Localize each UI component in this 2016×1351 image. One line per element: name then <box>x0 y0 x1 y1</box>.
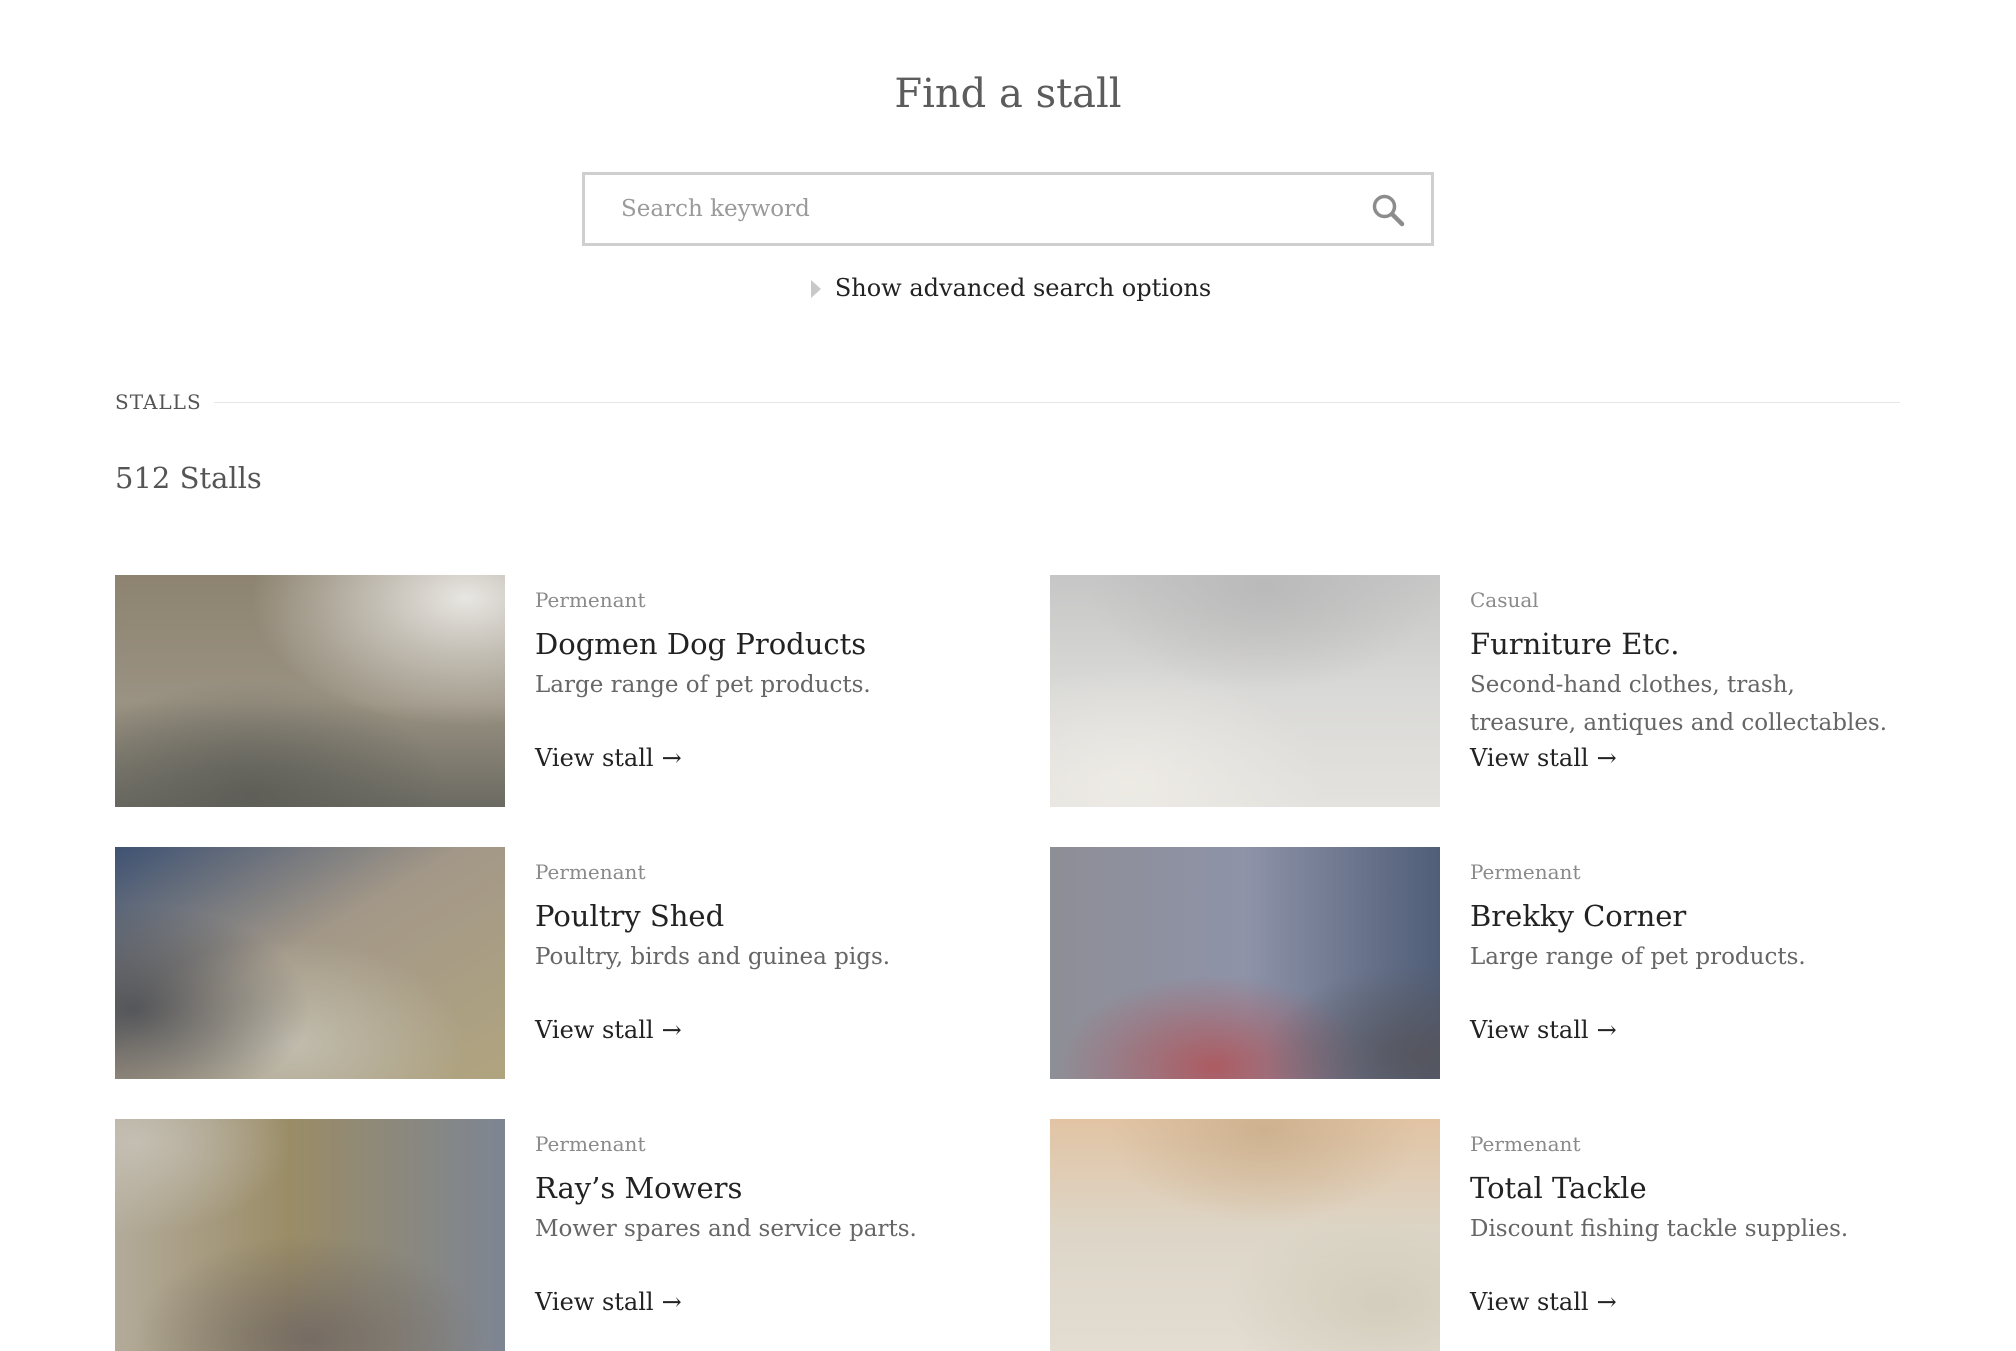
stall-card: Permenant Ray’s Mowers Mower spares and … <box>115 1119 975 1351</box>
arrow-right-icon: → <box>1596 1288 1617 1316</box>
stall-description: Discount fishing tackle supplies. <box>1470 1216 1849 1242</box>
advanced-search-toggle[interactable]: Show advanced search options <box>805 270 1211 306</box>
stall-description: Second-hand clothes, trash, treasure, an… <box>1470 672 1888 736</box>
stall-card: Casual Furniture Etc. Second-hand clothe… <box>1050 575 1910 807</box>
stall-name[interactable]: Ray’s Mowers <box>535 1169 742 1207</box>
stall-card: Permenant Dogmen Dog Products Large rang… <box>115 575 975 807</box>
stall-name[interactable]: Dogmen Dog Products <box>535 625 866 663</box>
stall-name[interactable]: Furniture Etc. <box>1470 625 1679 663</box>
advanced-search-row: Show advanced search options <box>0 270 2016 306</box>
stall-image[interactable] <box>115 1119 505 1351</box>
stall-card: Permenant Total Tackle Discount fishing … <box>1050 1119 1910 1351</box>
caret-right-icon <box>810 280 821 298</box>
stall-name[interactable]: Brekky Corner <box>1470 897 1686 935</box>
stall-name[interactable]: Poultry Shed <box>535 897 724 935</box>
stall-description: Mower spares and service parts. <box>535 1216 917 1242</box>
stall-image[interactable] <box>1050 575 1440 807</box>
page-title: Find a stall <box>894 71 1122 117</box>
search-input[interactable] <box>621 175 1321 243</box>
advanced-search-label: Show advanced search options <box>834 274 1212 302</box>
view-stall-label: View stall <box>1470 1288 1589 1316</box>
search-icon[interactable] <box>1371 193 1405 227</box>
section-label: STALLS <box>115 390 214 414</box>
view-stall-label: View stall <box>1470 1016 1589 1044</box>
view-stall-label: View stall <box>535 744 654 772</box>
search-box <box>582 172 1434 246</box>
arrow-right-icon: → <box>1596 744 1617 772</box>
stall-image[interactable] <box>1050 847 1440 1079</box>
view-stall-label: View stall <box>535 1288 654 1316</box>
stall-category: Permenant <box>535 1132 646 1156</box>
view-stall-link[interactable]: View stall → <box>535 741 682 775</box>
arrow-right-icon: → <box>661 1016 682 1044</box>
stall-image[interactable] <box>115 847 505 1079</box>
stall-category: Permenant <box>1470 860 1581 884</box>
view-stall-link[interactable]: View stall → <box>1470 741 1617 775</box>
stall-category: Permenant <box>535 860 646 884</box>
view-stall-label: View stall <box>1470 744 1589 772</box>
section-divider <box>204 402 1900 403</box>
arrow-right-icon: → <box>661 744 682 772</box>
view-stall-link[interactable]: View stall → <box>535 1013 682 1047</box>
stall-description: Large range of pet products. <box>1470 944 1806 970</box>
arrow-right-icon: → <box>661 1288 682 1316</box>
stall-description: Large range of pet products. <box>535 672 871 698</box>
stall-image[interactable] <box>115 575 505 807</box>
view-stall-label: View stall <box>535 1016 654 1044</box>
arrow-right-icon: → <box>1596 1016 1617 1044</box>
stall-image[interactable] <box>1050 1119 1440 1351</box>
view-stall-link[interactable]: View stall → <box>1470 1285 1617 1319</box>
stall-count: 512 Stalls <box>115 461 262 495</box>
stall-card: Permenant Brekky Corner Large range of p… <box>1050 847 1910 1079</box>
stall-category: Casual <box>1470 588 1539 612</box>
stall-category: Permenant <box>1470 1132 1581 1156</box>
view-stall-link[interactable]: View stall → <box>1470 1013 1617 1047</box>
stall-name[interactable]: Total Tackle <box>1470 1169 1647 1207</box>
stall-card: Permenant Poultry Shed Poultry, birds an… <box>115 847 975 1079</box>
stall-category: Permenant <box>535 588 646 612</box>
stall-description: Poultry, birds and guinea pigs. <box>535 944 891 970</box>
view-stall-link[interactable]: View stall → <box>535 1285 682 1319</box>
